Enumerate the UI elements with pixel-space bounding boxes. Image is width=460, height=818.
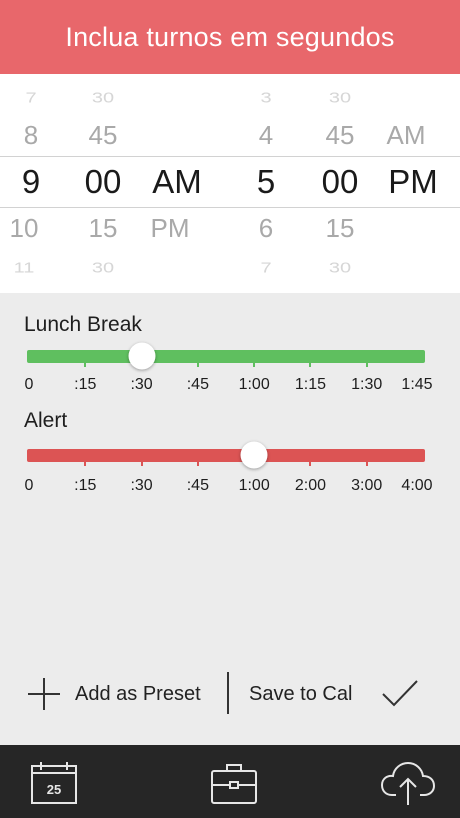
action-bar: Add as Preset Save to Cal [0, 668, 460, 720]
alert-tick-label: :30 [130, 477, 153, 494]
start-minute-selected[interactable]: 00 [85, 165, 122, 198]
action-divider [227, 672, 229, 714]
tab-bar: 25 [0, 745, 460, 818]
end-period-option[interactable]: AM [387, 122, 426, 148]
alert-tick-label: :15 [74, 477, 97, 494]
lunch-tick-label: 1:15 [294, 376, 326, 393]
start-minute-option[interactable]: 30 [92, 91, 114, 105]
lunch-tick-label: :30 [130, 376, 153, 393]
lunch-break-title: Lunch Break [24, 313, 142, 336]
end-hour-selected[interactable]: 5 [257, 165, 275, 198]
alert-tick-label: 2:00 [294, 477, 326, 494]
tab-cloud-upload[interactable] [380, 761, 436, 812]
lunch-tick-label: :15 [74, 376, 97, 393]
plus-icon[interactable] [28, 678, 60, 710]
end-hour-option[interactable]: 3 [260, 91, 271, 105]
lunch-slider-tick [309, 356, 312, 367]
picker-selection-bottom-line [0, 207, 460, 208]
start-period-option[interactable]: PM [151, 215, 190, 241]
calendar-day-number: 25 [47, 782, 61, 797]
start-period-selected[interactable]: AM [152, 165, 202, 198]
start-hour-option[interactable]: 8 [24, 122, 38, 148]
alert-tick-label: 4:00 [401, 477, 433, 494]
end-minute-option[interactable]: 45 [326, 122, 355, 148]
lunch-tick-label: :45 [186, 376, 209, 393]
alert-slider-tick [140, 455, 143, 466]
alert-slider-tick [196, 455, 199, 466]
lunch-tick-label: 1:45 [401, 376, 433, 393]
end-hour-option[interactable]: 7 [260, 261, 271, 275]
lunch-break-slider[interactable] [27, 342, 425, 370]
save-to-cal-button[interactable]: Save to Cal [249, 683, 352, 706]
end-minute-option[interactable]: 30 [329, 91, 351, 105]
lunch-tick-label: 0 [24, 376, 34, 393]
alert-tick-label: 0 [24, 477, 34, 494]
alert-slider-tick [365, 455, 368, 466]
tab-calendar[interactable]: 25 [30, 761, 78, 810]
app-header: Inclua turnos em segundos [0, 0, 460, 74]
start-hour-option[interactable]: 11 [14, 261, 35, 275]
end-minute-option[interactable]: 15 [326, 215, 355, 241]
picker-selection-top-line [0, 156, 460, 157]
calendar-icon: 25 [31, 762, 77, 804]
tab-briefcase[interactable] [210, 761, 258, 810]
alert-title: Alert [24, 409, 68, 432]
time-picker[interactable]: 7 8 9 10 11 30 45 00 15 30 AM PM 3 4 5 6… [0, 74, 460, 293]
cloud-upload-icon [380, 761, 436, 805]
start-minute-option[interactable]: 45 [89, 122, 118, 148]
alert-tick-label: 1:00 [238, 477, 270, 494]
end-minute-selected[interactable]: 00 [322, 165, 359, 198]
alert-slider[interactable] [27, 441, 425, 469]
lunch-slider-tick [84, 356, 87, 367]
add-as-preset-button[interactable]: Add as Preset [75, 683, 201, 706]
start-hour-option[interactable]: 10 [10, 215, 39, 241]
start-hour-selected[interactable]: 9 [22, 165, 40, 198]
end-hour-option[interactable]: 6 [259, 215, 273, 241]
briefcase-icon [211, 764, 257, 804]
start-minute-option[interactable]: 30 [92, 261, 114, 275]
lunch-slider-tick [196, 356, 199, 367]
alert-tick-label: 3:00 [351, 477, 383, 494]
lunch-tick-label: 1:00 [238, 376, 270, 393]
end-minute-option[interactable]: 30 [329, 261, 351, 275]
lunch-slider-tick [253, 356, 256, 367]
start-hour-option[interactable]: 7 [25, 91, 36, 105]
alert-slider-tick [309, 455, 312, 466]
end-period-selected[interactable]: PM [388, 165, 438, 198]
end-hour-option[interactable]: 4 [259, 122, 273, 148]
header-title: Inclua turnos em segundos [65, 21, 395, 52]
checkmark-icon[interactable] [381, 678, 419, 708]
alert-slider-thumb[interactable] [240, 441, 268, 469]
alert-tick-label: :45 [186, 477, 209, 494]
lunch-slider-tick [365, 356, 368, 367]
alert-slider-tick [84, 455, 87, 466]
start-minute-option[interactable]: 15 [89, 215, 118, 241]
lunch-break-slider-thumb[interactable] [128, 342, 156, 370]
lunch-tick-label: 1:30 [351, 376, 383, 393]
